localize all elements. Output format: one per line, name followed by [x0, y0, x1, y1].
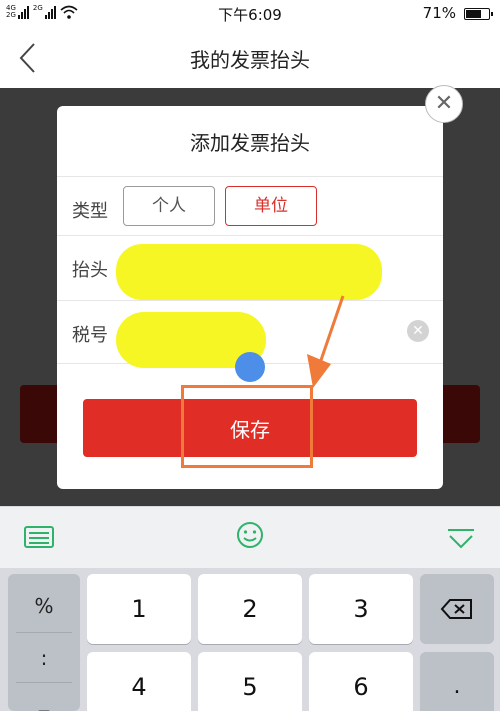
dot-key[interactable]: . — [420, 652, 494, 711]
keyboard-icon[interactable] — [24, 526, 54, 548]
type-option-company[interactable]: 单位 — [225, 186, 317, 226]
battery-percentage: 71% — [422, 4, 456, 22]
symbol-key-colon[interactable]: : — [8, 646, 80, 670]
header-label: 抬头 — [72, 260, 108, 281]
battery-icon — [464, 8, 493, 20]
annotation-highlight-box — [181, 385, 313, 468]
key-5[interactable]: 5 — [198, 652, 302, 711]
symbol-key-percent[interactable]: % — [8, 594, 80, 618]
emoji-icon[interactable] — [235, 520, 265, 550]
dialog-title: 添加发票抬头 — [190, 131, 310, 155]
clear-input-icon[interactable]: ✕ — [407, 320, 429, 342]
annotation-arrow-icon — [307, 295, 345, 388]
close-dialog-button[interactable]: ✕ — [425, 85, 463, 123]
tax-number-label: 税号 — [72, 325, 108, 346]
page-title: 我的发票抬头 — [190, 48, 310, 72]
backspace-icon — [440, 599, 472, 619]
type-label: 类型 — [72, 201, 108, 222]
navigation-bar: 我的发票抬头 — [0, 28, 500, 88]
key-3[interactable]: 3 — [309, 574, 413, 644]
key-2[interactable]: 2 — [198, 574, 302, 644]
status-bar: 4G 2G 2G 下午6:09 71% — [0, 0, 500, 28]
divider — [16, 682, 72, 683]
symbol-column: % : _ — [8, 574, 80, 711]
touch-indicator — [235, 352, 265, 382]
symbol-key-underscore[interactable]: _ — [8, 688, 80, 711]
battery-fill — [466, 10, 481, 18]
divider — [16, 632, 72, 633]
collapse-keyboard-icon[interactable] — [446, 527, 476, 551]
key-4[interactable]: 4 — [87, 652, 191, 711]
type-option-personal[interactable]: 个人 — [123, 186, 215, 226]
key-1[interactable]: 1 — [87, 574, 191, 644]
type-row: 类型 个人 单位 — [57, 176, 443, 240]
backspace-key[interactable] — [420, 574, 494, 644]
key-6[interactable]: 6 — [309, 652, 413, 711]
